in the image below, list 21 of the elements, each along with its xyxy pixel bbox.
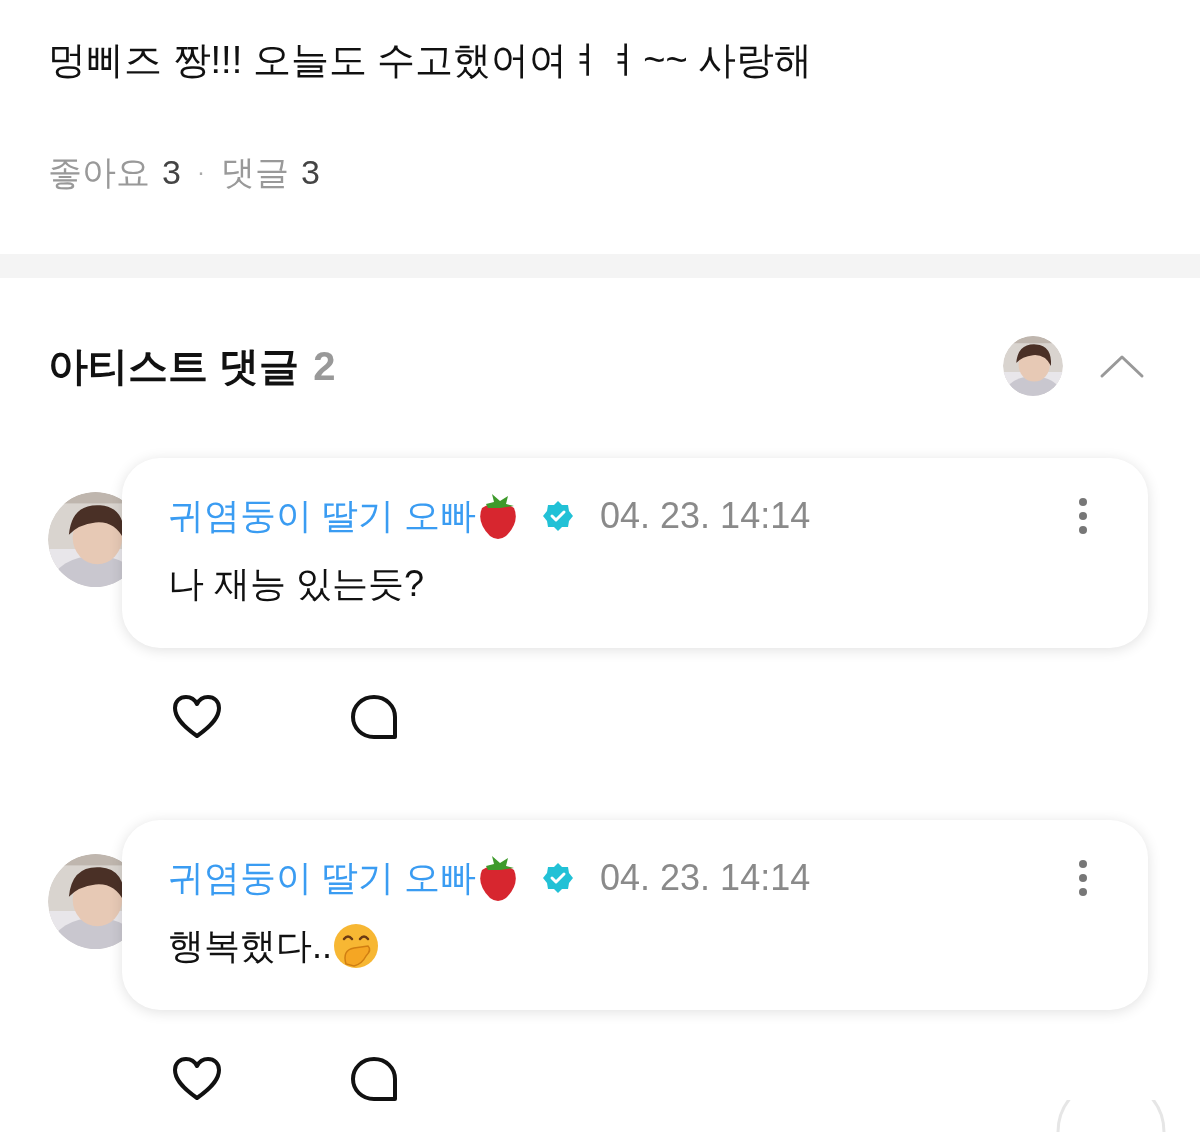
author-name[interactable]: 귀염둥이 딸기 오빠 [168,489,476,543]
heart-icon[interactable] [172,694,222,740]
chevron-icon[interactable] [1099,353,1145,379]
more-options-icon[interactable] [1078,497,1088,535]
comment-text: 행복했다.. [168,924,332,968]
section-count: 2 [313,343,336,390]
author-name[interactable]: 귀염둥이 딸기 오빠 [168,851,476,905]
separator-dot: · [196,157,205,187]
comment-time: 04. 23. 14:14 [600,494,811,538]
comments-count: 3 [300,152,320,193]
comment-bubble-icon[interactable] [350,694,398,740]
comment-bubble-icon[interactable] [350,1056,398,1102]
likes-count: 3 [162,152,181,193]
comment-text: 나 재능 있는듯? [168,562,425,606]
likes-label: 좋아요 [48,152,150,193]
heart-icon[interactable] [172,1056,222,1102]
post-text: 멍삐즈 짱!!! 오늘도 수고했어여ㅕㅕ~~ 사랑해 [48,38,814,83]
section-title: 아티스트 댓글 [48,343,300,390]
more-options-icon[interactable] [1078,859,1088,897]
comment-time: 04. 23. 14:14 [600,856,811,900]
comments-label: 댓글 [220,152,289,193]
